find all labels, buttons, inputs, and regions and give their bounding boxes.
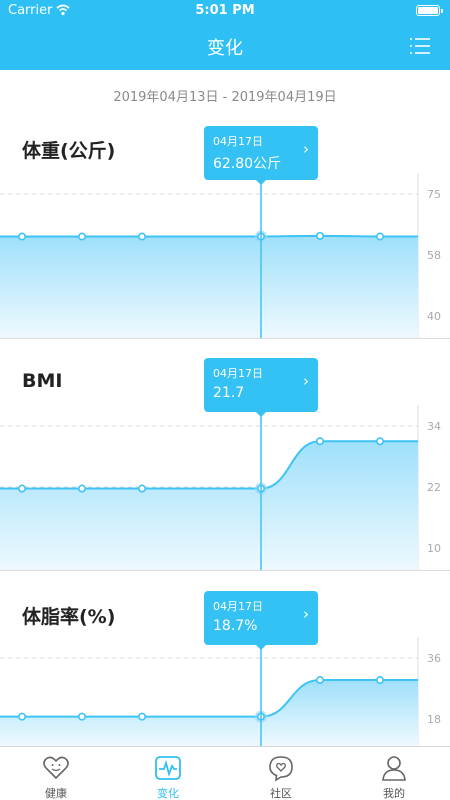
chevron-right-icon: ›: [303, 605, 309, 623]
battery-icon: [416, 5, 443, 16]
data-point: [138, 484, 147, 493]
status-bar: Carrier 5:01 PM: [0, 0, 450, 22]
list-menu-icon[interactable]: [408, 36, 432, 56]
data-point: [315, 437, 324, 446]
tooltip-value: 62.80公斤: [213, 156, 282, 172]
chat-heart-icon: [269, 756, 293, 782]
data-point: [78, 232, 87, 241]
section-title: BMI: [22, 370, 63, 392]
tooltip-value: 18.7%: [213, 618, 258, 634]
tab-bar: 健康 变化 社区 我的: [0, 746, 450, 800]
weight-section: 75 58 40 体重(公斤) 04月17日 62.80公斤 ›: [0, 108, 450, 338]
tab-label: 我的: [383, 787, 405, 800]
tab-community[interactable]: 社区: [225, 747, 337, 800]
person-icon: [382, 756, 406, 781]
tab-me[interactable]: 我的: [338, 747, 450, 800]
y-tick-label: 36: [427, 652, 441, 665]
status-time: 5:01 PM: [195, 3, 255, 18]
y-tick-label: 58: [427, 249, 441, 262]
data-point: [138, 712, 147, 721]
tab-changes[interactable]: 变化: [112, 747, 224, 800]
value-tooltip[interactable]: 04月17日 18.7% ›: [204, 591, 318, 650]
tooltip-date: 04月17日: [213, 600, 263, 613]
series-line: [0, 234, 418, 238]
data-point: [375, 437, 384, 446]
data-point: [17, 712, 26, 721]
tab-health[interactable]: 健康: [0, 747, 112, 800]
body-fat-section: 36 18 体脂率(%) 04月17日 18.7% ›: [0, 572, 450, 746]
data-point: [17, 484, 26, 493]
bmi-section: 34 22 10 BMI 04月17日 21.7 ›: [0, 340, 450, 570]
value-tooltip[interactable]: 04月17日 21.7 ›: [204, 358, 318, 417]
chevron-right-icon: ›: [303, 140, 309, 158]
series-area: [0, 235, 418, 338]
divider: [0, 570, 450, 571]
data-point: [78, 484, 87, 493]
y-tick-label: 10: [427, 542, 441, 555]
divider: [0, 338, 450, 339]
data-point: [375, 232, 384, 241]
data-point: [78, 712, 87, 721]
series-area: [0, 680, 418, 746]
data-point: [315, 231, 324, 240]
chevron-right-icon: ›: [303, 372, 309, 390]
tooltip-date: 04月17日: [213, 135, 263, 148]
data-point: [138, 232, 147, 241]
y-tick-label: 75: [427, 188, 441, 201]
value-tooltip[interactable]: 04月17日 62.80公斤 ›: [204, 126, 318, 185]
heart-face-icon: [43, 756, 69, 780]
pulse-chart-icon: [155, 756, 181, 780]
section-title: 体重(公斤): [22, 140, 116, 162]
data-point: [315, 676, 324, 685]
date-range: 2019年04月13日 - 2019年04月19日: [113, 90, 337, 105]
data-point: [375, 676, 384, 685]
y-tick-label: 40: [427, 310, 441, 323]
y-tick-label: 34: [427, 420, 441, 433]
data-point: [17, 232, 26, 241]
section-title: 体脂率(%): [22, 606, 116, 628]
series-area: [0, 441, 418, 570]
tab-label: 变化: [157, 787, 179, 800]
tooltip-date: 04月17日: [213, 367, 263, 380]
tab-label: 社区: [270, 787, 292, 800]
tooltip-value: 21.7: [213, 385, 245, 401]
y-tick-label: 22: [427, 481, 441, 494]
tab-label: 健康: [45, 787, 67, 800]
page-title: 变化: [207, 38, 243, 59]
nav-header: Carrier 5:01 PM 变化: [0, 0, 450, 70]
y-tick-label: 18: [427, 713, 441, 726]
